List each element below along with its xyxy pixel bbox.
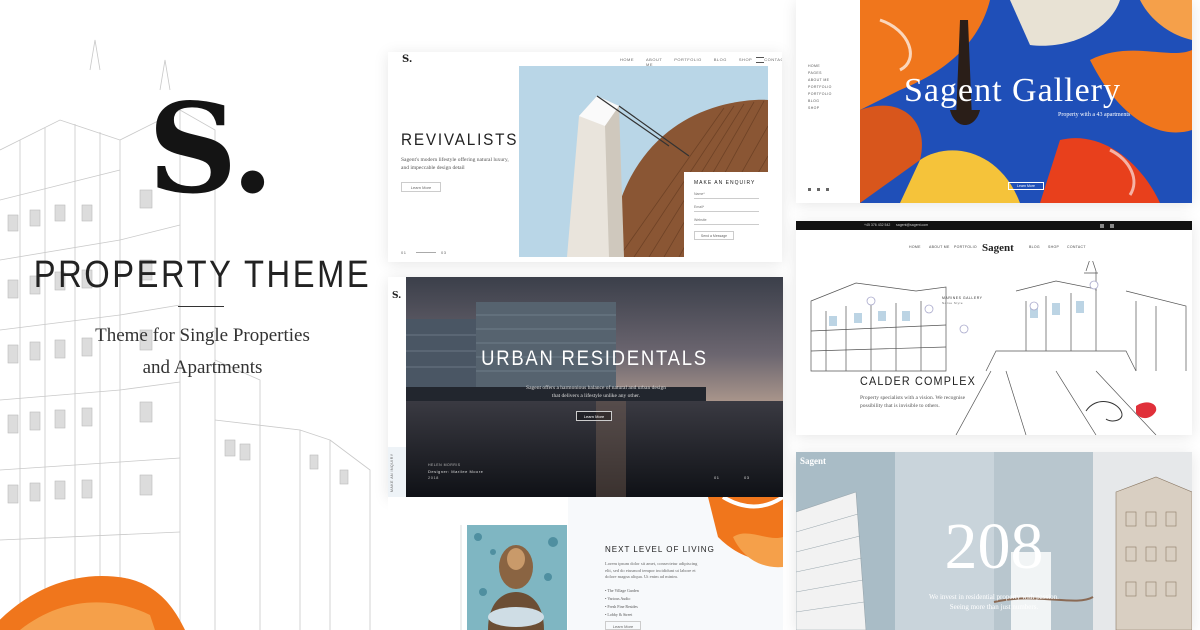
slide-pager-end: 03 [441,250,447,255]
nav-item[interactable]: HOME [909,245,921,249]
slide-text: Sagent offers a harmonious balance of na… [526,385,666,399]
menu-item[interactable]: PORTFOLIO [808,84,832,91]
demo-card-208[interactable]: Sagent 208 We invest in residential prop… [796,452,1192,630]
list-item: Fresh Fine Resides [605,603,639,611]
topbar-email: sagent@sagent.com [896,223,929,227]
enquiry-form: MAKE AN ENQUIRY Name* Email* Website Sen… [684,172,769,257]
next-level-illustration [460,497,783,630]
slide-pager-end: 03 [744,475,750,480]
nav-item[interactable]: SHOP [1048,245,1059,249]
slide-pager: 01 [714,475,720,480]
website-field[interactable]: Website [694,218,759,225]
learn-more-button[interactable]: Learn More [401,182,441,192]
hero-text-line-2: Seeing more than just numbers. [949,603,1039,611]
menu-item[interactable]: ABOUT ME [808,77,832,84]
card-logo: S. [392,291,402,301]
social-icon[interactable] [1100,224,1104,228]
subtitle-line-2: and Apartments [142,357,263,378]
demo-card-gallery[interactable]: HOME PAGES ABOUT ME PORTFOLIO PORTFOLIO … [796,0,1192,203]
caption: Designer: Marilee Moore [428,469,484,474]
email-field[interactable]: Email* [694,205,759,212]
subtitle-line-1: Theme for Single Properties [95,325,310,346]
map-pin-sub: Norse Style [942,301,964,305]
hero-text-line-1: We invest in residential property with p… [929,593,1059,601]
hero-text: We invest in residential property with p… [914,592,1074,612]
section-title: NEXT LEVEL OF LIVING [605,545,715,554]
slide-title: REVIVALISTS [401,130,519,149]
card-logo: S. [402,54,413,65]
learn-more-button[interactable]: Learn More [1008,182,1044,190]
menu-item[interactable]: PAGES [808,70,832,77]
feature-list: The Village Garden Various Audio Fresh F… [605,587,639,619]
demo-card-calder[interactable]: +45 376 432 542 sagent@sagent.com HOME A… [796,221,1192,435]
demo-card-urban[interactable]: S. MAKE AN INQUIRY URBAN RESIDENTALS Sag… [388,277,783,497]
side-menu: HOME PAGES ABOUT ME PORTFOLIO PORTFOLIO … [808,63,832,112]
menu-item[interactable]: HOME [808,63,832,70]
send-message-button[interactable]: Send a Message [694,231,734,240]
social-icon[interactable] [826,188,829,191]
page-title: PROPERTY THEME [33,254,372,296]
gallery-title: Sagent Gallery [904,72,1121,109]
caption-small: HELEN MORRIS [428,463,461,467]
nav-item[interactable]: CONTACT [1067,245,1086,249]
section-text: Property specialists with a vision. We r… [860,395,966,409]
form-title: MAKE AN ENQUIRY [694,180,756,186]
caption-year: 2018 [428,475,439,480]
section-text: Lorem ipsum dolor sit amet, consectetur … [605,561,698,579]
menu-icon[interactable] [756,57,764,63]
gallery-subtitle: Property with a 43 apartments [1058,112,1131,118]
list-item: Lobby & Street [605,611,639,619]
name-field[interactable]: Name* [694,192,759,199]
nav-item[interactable]: BLOG [1029,245,1040,249]
list-item: Various Audio [605,595,639,603]
inquiry-side-label[interactable]: MAKE AN INQUIRY [390,453,394,492]
hero-panel: S. PROPERTY THEME Theme for Single Prope… [0,0,385,630]
page-subtitle: Theme for Single Properties and Apartmen… [0,320,385,384]
brand-logo: S. [147,77,274,222]
slide-pager: 01 [401,250,407,255]
pager-line [416,252,436,253]
hero-number: 208 [944,510,1044,583]
topbar-phone: +45 376 432 542 [864,223,891,227]
title-divider [178,306,224,307]
top-bar: +45 376 432 542 sagent@sagent.com [796,221,1192,230]
map-pin-label: MARINES GALLERY [942,296,983,300]
demo-card-revivalists[interactable]: S. HOME ABOUT ME PORTFOLIO BLOG SHOP CON… [388,52,782,262]
social-icons [808,188,829,191]
list-item: The Village Garden [605,587,638,595]
city-sketch-illustration [810,261,1187,435]
slide-title: URBAN RESIDENTALS [481,347,708,370]
brand-logo: Sagent [800,456,827,466]
demo-card-next-level[interactable]: NEXT LEVEL OF LIVING Lorem ipsum dolor s… [388,497,783,630]
social-icon[interactable] [808,188,811,191]
nav-item[interactable]: ABOUT ME [929,245,950,249]
social-icon[interactable] [1110,224,1114,228]
slide-text: Sagent's modern lifestyle offering natur… [401,157,509,171]
learn-more-button[interactable]: Learn More [576,411,612,421]
section-title: CALDER COMPLEX [860,374,977,388]
menu-item[interactable]: PORTFOLIO [808,91,832,98]
social-icon[interactable] [817,188,820,191]
learn-more-button[interactable]: Learn More [605,621,641,630]
menu-item[interactable]: SHOP [808,105,832,112]
nav-item[interactable]: PORTFOLIO [954,245,977,249]
menu-item[interactable]: BLOG [808,98,832,105]
brand-logo: Sagent [982,242,1014,254]
